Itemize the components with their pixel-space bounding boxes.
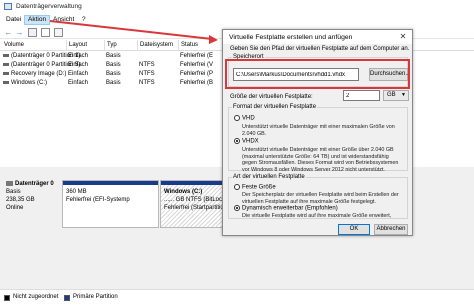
disk-state: Online [6,205,24,211]
path-input[interactable] [233,68,359,81]
unallocated-swatch [4,295,10,301]
unit-value: GB [387,92,396,98]
dynamic-description: Die virtuelle Festplatte wird auf ihre m… [242,213,392,220]
vhd-description: Unterstützt virtuelle Datenträger mit ei… [242,124,395,137]
legend-unallocated: Nicht zugeordnet [13,294,59,300]
column-filesystem[interactable]: Dateisystem [137,40,173,51]
volume-status: Fehlerfrei (E [180,53,214,59]
location-label: Speicherort [232,54,265,60]
vhd-radio[interactable] [234,115,240,121]
volume-status: Fehlerfrei (B [180,80,214,86]
volume-fs: NTFS [139,62,155,68]
vhdx-label: VHDX [242,138,259,145]
volume-layout: Einfach [68,80,89,86]
partition-status: Fehlerfrei (EFI-Systemp [66,197,130,203]
type-group-label: Art der virtuellen Festplatte [232,174,306,180]
vhd-label: VHD [242,115,255,122]
volume-type: Basis [106,71,121,77]
menu-aktion[interactable]: Aktion [24,15,51,25]
view-icon[interactable] [28,28,37,37]
volume-name: Windows (C:) [3,80,47,86]
format-group: Format der virtuellen Festplatte VHD Unt… [228,104,408,173]
back-arrow-icon[interactable]: ← [4,28,13,37]
disk-type: Basis [6,189,21,195]
vhd-option[interactable]: VHD [234,115,255,122]
close-icon[interactable]: ✕ [398,32,408,42]
volume-icon [3,71,9,75]
volume-name: Recovery Image (D:) [3,71,66,77]
partition-windows[interactable]: Windows (C:) ...,.. GB NTFS (BitLocker-v… [160,180,254,228]
partition-bar [63,181,158,185]
size-label: Größe der virtuellen Festplatte: [230,94,313,100]
volume-icon [3,53,9,57]
size-input[interactable] [343,90,380,101]
partition-size: 360 MB [66,189,87,195]
vhdx-option[interactable]: VHDX [234,138,259,145]
column-type[interactable]: Typ [104,40,117,51]
volume-layout: Einfach [68,53,89,59]
menu-ansicht[interactable]: Ansicht [50,15,77,25]
type-group: Art der virtuellen Festplatte Feste Größ… [228,174,408,220]
properties-icon[interactable] [41,28,50,37]
volume-type: Basis [106,80,121,86]
dynamic-radio[interactable] [234,205,240,211]
legend-primary: Primäre Partition [73,294,118,300]
format-group-label: Format der virtuellen Festplatte [232,104,318,110]
dialog-title-bar: Virtuelle Festplatte erstellen und anfüg… [223,30,412,44]
title-bar: Datenträgerverwaltung [0,0,474,14]
vhdx-description: Unterstützt virtuelle Datenträger mit ei… [242,147,399,173]
disk-icon [6,180,13,186]
create-vhd-dialog: Virtuelle Festplatte erstellen und anfüg… [222,29,413,236]
volume-type: Basis [106,53,121,59]
unit-select[interactable]: GB ▼ [383,90,409,101]
cancel-button[interactable]: Abbrechen [374,224,408,235]
disk-size: 238,35 GB [6,197,35,203]
primary-swatch [64,295,70,301]
help-icon[interactable] [54,28,63,37]
menu-help[interactable]: ? [79,15,89,25]
fixed-description: Der Speicherplatz der virtuellen Festpla… [242,192,399,205]
ok-button[interactable]: OK [338,224,370,235]
disk-info[interactable]: Datenträger 0 Basis 238,35 GB Online [2,180,58,228]
volume-fs: NTFS [139,80,155,86]
partition-efi[interactable]: 360 MB Fehlerfrei (EFI-Systemp [62,180,159,228]
chevron-down-icon: ▼ [401,92,406,98]
menu-datei[interactable]: Datei [3,15,24,25]
volume-fs: NTFS [139,71,155,77]
column-status[interactable]: Status [178,40,198,51]
volume-layout: Einfach [68,62,89,68]
menu-bar: Datei Aktion Ansicht ? [0,14,474,26]
dialog-title: Virtuelle Festplatte erstellen und anfüg… [229,34,353,41]
volume-type: Basis [106,62,121,68]
volume-layout: Einfach [68,71,89,77]
volume-status: Fehlerfrei (P [180,71,214,77]
dialog-subtitle: Geben Sie den Pfad der virtuellen Festpl… [230,46,410,52]
partition-bar [161,181,223,185]
volume-icon [3,80,9,84]
browse-button[interactable]: Durchsuchen... [369,68,410,81]
legend-bar: Nicht zugeordnet Primäre Partition [0,289,474,305]
dynamic-label: Dynamisch erweiterbar (Empfohlen) [242,205,338,212]
volume-icon [3,62,9,66]
forward-arrow-icon[interactable]: → [15,28,24,37]
column-volume[interactable]: Volume [4,42,24,48]
dynamic-option[interactable]: Dynamisch erweiterbar (Empfohlen) [234,205,338,212]
disk-name: Datenträger 0 [15,181,54,187]
vhdx-radio[interactable] [234,138,240,144]
window-title: Datenträgerverwaltung [16,3,82,10]
fixed-label: Feste Größe [242,184,276,191]
column-layout[interactable]: Layout [66,40,87,51]
volume-status: Fehlerfrei (V [180,62,214,68]
fixed-radio[interactable] [234,184,240,190]
location-group: Speicherort Durchsuchen... [228,54,410,87]
fixed-option[interactable]: Feste Größe [234,184,276,191]
app-icon [4,3,12,10]
